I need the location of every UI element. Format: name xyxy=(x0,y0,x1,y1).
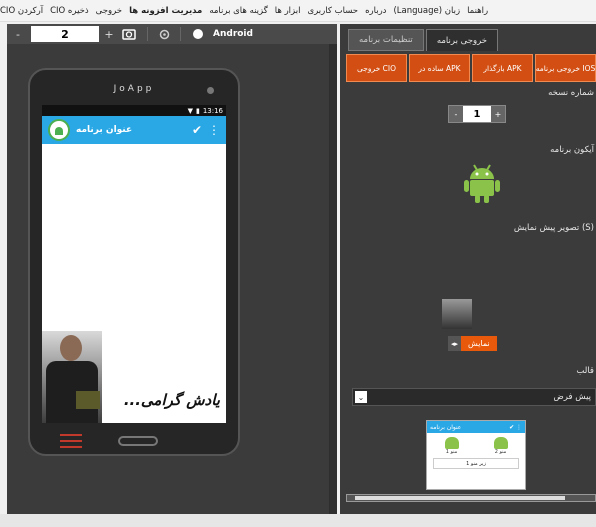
zoom-input[interactable]: 2 xyxy=(31,26,99,42)
app-title: عنوان برنامه xyxy=(76,125,133,135)
memorial-caption: یادش گرامی... xyxy=(123,391,220,409)
chevron-down-icon[interactable]: ⌄ xyxy=(355,391,367,403)
phone-frame: JoApp ▼ ▮ 13:16 عنوان برنامه ✔ ⋮ یادش گر… xyxy=(28,68,240,456)
template-preview[interactable]: عنوان برنامه ✔ ⋮ منو 1 منو 2 زیر منو 1 xyxy=(426,420,526,490)
menu-item[interactable]: مدیریت افزونه ها xyxy=(129,6,202,16)
mini-icons: ✔ ⋮ xyxy=(509,423,522,431)
gear-icon[interactable] xyxy=(154,24,174,44)
preview-toolbar: - 2 + Android xyxy=(7,24,337,44)
zoom-out-button[interactable]: - xyxy=(7,24,29,44)
arrows-icon[interactable]: ◂▸ xyxy=(448,336,461,351)
divider xyxy=(180,27,181,41)
status-time: 13:16 xyxy=(202,106,223,115)
settings-pane: تنظیمات برنامه خروجی برنامه خروجی برنامه… xyxy=(340,24,596,514)
more-icon[interactable]: ⋮ xyxy=(208,123,220,137)
zoom-in-button[interactable]: + xyxy=(101,24,117,44)
portrait-image xyxy=(42,331,102,423)
subtab-apk-simple[interactable]: ساده در APK xyxy=(409,54,470,82)
output-panel: شماره نسخه - 1 + آیکون برنامه (S) تصویر … xyxy=(346,82,596,492)
template-select[interactable]: ⌄ پیش فرض xyxy=(352,388,596,406)
divider xyxy=(147,27,148,41)
template-label: قالب xyxy=(576,366,594,376)
mini-cell: منو 2 xyxy=(487,437,515,455)
battery-icon: ▮ xyxy=(195,106,200,115)
phone-nav xyxy=(30,431,238,453)
menu-item[interactable]: گزینه های برنامه xyxy=(209,6,267,16)
output-subtabs: خروجی برنامه IOS بازگذار APK ساده در APK… xyxy=(346,54,596,82)
check-icon[interactable]: ✔ xyxy=(192,123,202,137)
show-control: ◂▸ نمایش xyxy=(448,336,497,351)
preview-pane: - 2 + Android JoApp ▼ ▮ 13:16 عنوان برنا… xyxy=(7,24,337,514)
menu-item[interactable]: راهنما xyxy=(467,6,488,16)
icon-label: آیکون برنامه xyxy=(550,145,594,155)
menu-item[interactable]: خروجی xyxy=(96,6,122,16)
template-value: پیش فرض xyxy=(553,392,592,402)
decrement-button[interactable]: - xyxy=(449,106,463,122)
camera-icon[interactable] xyxy=(117,24,141,44)
mini-list-item: زیر منو 1 xyxy=(433,458,519,469)
mini-title: عنوان برنامه xyxy=(430,423,462,431)
increment-button[interactable]: + xyxy=(491,106,505,122)
scroll-thumb[interactable] xyxy=(355,496,565,500)
mini-cell: منو 1 xyxy=(438,437,466,455)
menu-item[interactable]: آرکردن CIO xyxy=(0,6,43,16)
home-button[interactable] xyxy=(118,436,158,446)
android-icon[interactable] xyxy=(462,162,502,204)
camera-dot xyxy=(207,87,214,94)
subtab-apk-loader[interactable]: بازگذار APK xyxy=(472,54,533,82)
tab-app-output[interactable]: خروجی برنامه xyxy=(425,29,499,51)
status-bar: ▼ ▮ 13:16 xyxy=(42,105,226,116)
vertical-scrollbar[interactable] xyxy=(329,44,337,514)
version-label: شماره نسخه xyxy=(548,88,594,98)
preview-label: (S) تصویر پیش نمایش xyxy=(513,223,594,233)
app-logo-icon xyxy=(48,119,70,141)
phone-screen: ▼ ▮ 13:16 عنوان برنامه ✔ ⋮ یادش گرامی... xyxy=(42,105,226,423)
menu-item[interactable]: حساب کاربری xyxy=(307,6,358,16)
bottom-strip xyxy=(0,514,596,527)
menu-item[interactable]: ذخیره CIO xyxy=(50,6,89,16)
tab-bar: تنظیمات برنامه خروجی برنامه xyxy=(348,29,500,51)
menu-item[interactable]: ابزار ها xyxy=(275,6,301,16)
platform-label: Android xyxy=(213,29,253,39)
menu-item[interactable]: زبان (Language) xyxy=(393,6,460,16)
menu-bar: آرکردن CIO ذخیره CIO خروجی مدیریت افزونه… xyxy=(0,0,596,22)
app-bar: عنوان برنامه ✔ ⋮ xyxy=(42,116,226,144)
subtab-ios[interactable]: خروجی برنامه IOS xyxy=(535,54,596,82)
mini-app-bar: عنوان برنامه ✔ ⋮ xyxy=(427,421,525,433)
power-icon[interactable] xyxy=(187,24,209,44)
version-stepper[interactable]: - 1 + xyxy=(448,105,506,123)
wifi-icon: ▼ xyxy=(187,106,193,115)
tab-app-settings[interactable]: تنظیمات برنامه xyxy=(348,29,424,51)
subtab-cio[interactable]: خروجی CIO xyxy=(346,54,407,82)
version-value[interactable]: 1 xyxy=(463,106,491,122)
mini-grid: منو 1 منو 2 xyxy=(427,433,525,455)
menu-icon[interactable] xyxy=(60,434,82,448)
show-button[interactable]: نمایش xyxy=(461,336,497,351)
preview-thumbnail xyxy=(442,299,472,329)
horizontal-scrollbar[interactable] xyxy=(346,494,596,502)
menu-item[interactable]: درباره xyxy=(365,6,386,16)
